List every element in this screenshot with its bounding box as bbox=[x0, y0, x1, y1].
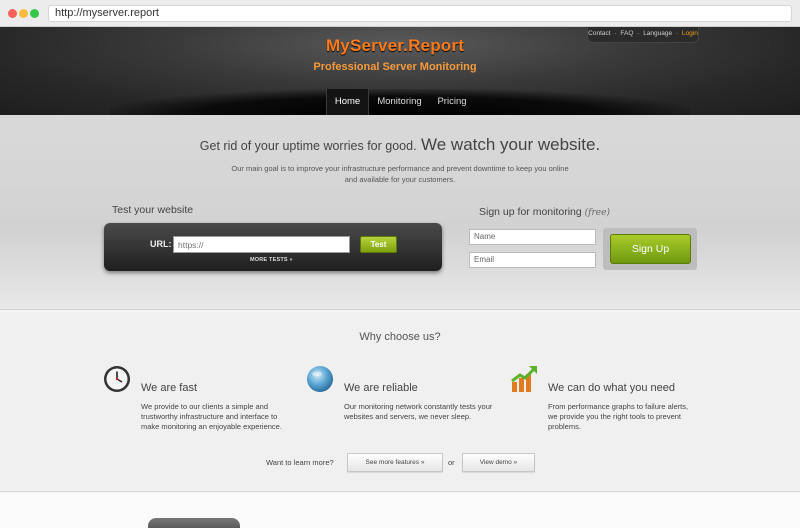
tagline: Professional Server Monitoring bbox=[313, 61, 477, 73]
nav-home[interactable]: Home bbox=[326, 89, 369, 115]
url-input[interactable] bbox=[173, 236, 350, 253]
address-bar[interactable]: http://myserver.report bbox=[48, 5, 792, 22]
test-panel: URL: Test MORE TESTS » bbox=[104, 223, 442, 271]
signup-button-wrap: Sign Up bbox=[603, 228, 697, 270]
headline-big: We watch your website. bbox=[421, 135, 601, 154]
free-label: (free) bbox=[584, 208, 610, 218]
browser-chrome: http://myserver.report bbox=[0, 0, 800, 27]
clock-icon bbox=[104, 366, 130, 392]
feature-reliable-desc: Our monitoring network constantly tests … bbox=[344, 402, 493, 421]
learn-more-text: Want to learn more? bbox=[266, 458, 334, 467]
main-nav: Home Monitoring Pricing bbox=[0, 89, 800, 115]
hero-subtext: Our main goal is to improve your infrast… bbox=[231, 164, 569, 184]
signup-title: Sign up for monitoring (free) bbox=[479, 206, 610, 218]
test-button[interactable]: Test bbox=[360, 236, 397, 253]
site-header: Contact - FAQ - Language - Login MyServe… bbox=[0, 27, 800, 115]
brand-logo[interactable]: MyServer.Report bbox=[0, 36, 790, 56]
maximize-window-button[interactable] bbox=[30, 9, 39, 18]
feature-fast-title: We are fast bbox=[141, 382, 198, 394]
see-more-features-button[interactable]: See more features » bbox=[347, 453, 443, 472]
device-image bbox=[148, 518, 240, 528]
feature-fast-desc: We provide to our clients a simple and t… bbox=[141, 402, 282, 431]
test-title: Test your website bbox=[112, 204, 194, 216]
nav-monitoring[interactable]: Monitoring bbox=[372, 89, 427, 115]
more-tests-link[interactable]: MORE TESTS » bbox=[250, 257, 293, 263]
next-section bbox=[0, 493, 800, 528]
signup-button[interactable]: Sign Up bbox=[610, 234, 691, 264]
hero-section: Get rid of your uptime worries for good.… bbox=[0, 115, 800, 310]
feature-custom-title: We can do what you need bbox=[548, 382, 675, 394]
nav-pricing[interactable]: Pricing bbox=[430, 89, 474, 115]
minimize-window-button[interactable] bbox=[19, 9, 28, 18]
view-demo-button[interactable]: View demo » bbox=[462, 453, 535, 472]
email-field[interactable]: Email bbox=[469, 252, 596, 268]
growth-chart-icon bbox=[511, 366, 537, 392]
url-label: URL: bbox=[150, 239, 172, 249]
feature-custom-desc: From performance graphs to failure alert… bbox=[548, 402, 689, 431]
globe-icon bbox=[307, 366, 333, 392]
hero-headline: Get rid of your uptime worries for good.… bbox=[0, 135, 800, 155]
name-field[interactable]: Name bbox=[469, 229, 596, 245]
headline-small: Get rid of your uptime worries for good. bbox=[199, 139, 417, 153]
close-window-button[interactable] bbox=[8, 9, 17, 18]
signup-title-text: Sign up for monitoring bbox=[479, 206, 582, 218]
or-text: or bbox=[448, 458, 455, 467]
feature-reliable-title: We are reliable bbox=[344, 382, 418, 394]
features-heading: Why choose us? bbox=[359, 331, 441, 343]
features-section: Why choose us? We are fast We provide to… bbox=[0, 312, 800, 492]
